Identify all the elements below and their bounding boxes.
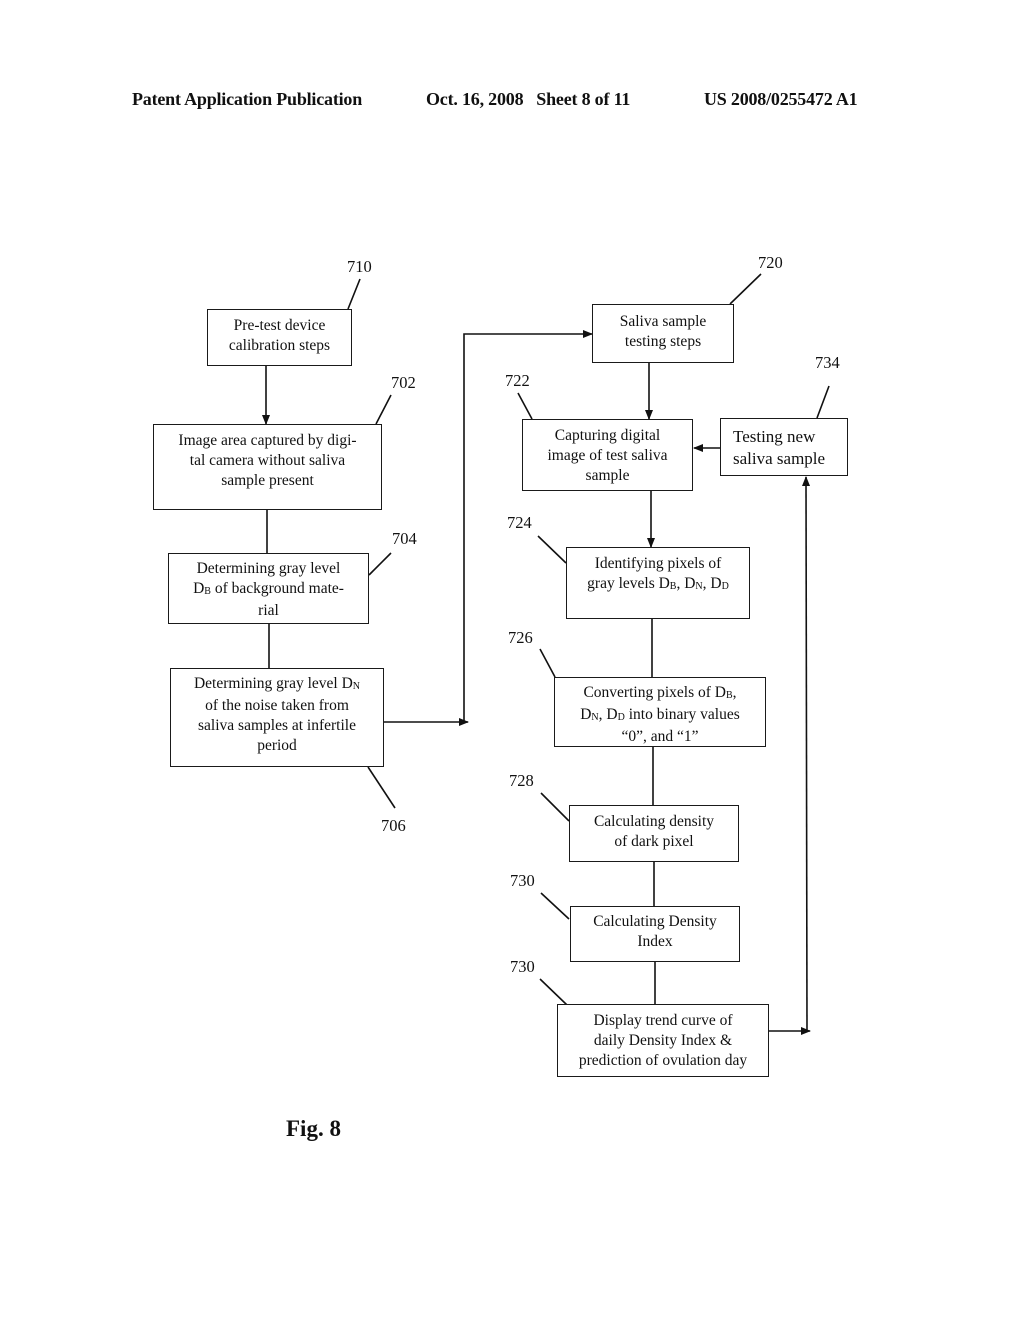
box-720-line: Saliva sample — [619, 313, 707, 330]
leader-726 — [539, 648, 556, 678]
flowchart-connectors — [262, 273, 830, 1035]
box-706-line: of the noise taken from — [205, 697, 349, 714]
box-724-identifying-pixels: Identifying pixels of gray levels DB, DN… — [566, 547, 750, 619]
ref-720: 720 — [758, 253, 783, 272]
box-722-line: Capturing digital — [554, 427, 661, 444]
box-702-line: sample present — [221, 472, 314, 489]
ref-722: 722 — [505, 371, 530, 390]
box-734-testing-new-sample: Testing new saliva sample — [720, 418, 848, 476]
leader-730a — [540, 892, 570, 920]
box-706-line: saliva samples at infertile — [198, 717, 356, 734]
ref-726: 726 — [508, 628, 533, 647]
box-730a-line: Calculating Density — [593, 913, 717, 930]
box-706-line: period — [257, 737, 297, 754]
ref-728: 728 — [509, 771, 534, 790]
box-730b-line: Display trend curve of — [593, 1012, 733, 1029]
box-710-line: calibration steps — [228, 337, 331, 354]
box-702-line: Image area captured by digi- — [178, 432, 357, 449]
box-722-line: image of test saliva — [547, 447, 668, 464]
leader-704 — [368, 552, 392, 576]
box-710-pretest-calibration: Pre-test device calibration steps — [207, 309, 352, 366]
ref-706: 706 — [381, 816, 406, 835]
leader-706 — [367, 766, 396, 809]
leader-722 — [517, 392, 533, 420]
box-724-line: gray levels DB, DN, DD — [587, 575, 729, 592]
leader-710 — [347, 278, 361, 310]
box-720-line: testing steps — [624, 333, 702, 350]
leader-730b — [539, 978, 568, 1006]
leader-728 — [540, 792, 570, 822]
ref-724: 724 — [507, 513, 532, 532]
box-726-converting-pixels: Converting pixels of DB, DN, DD into bin… — [554, 677, 766, 747]
leader-702 — [375, 394, 392, 425]
ref-710: 710 — [347, 257, 372, 276]
box-722-line: sample — [585, 467, 630, 484]
box-704-line: DB of background mate- — [193, 580, 344, 597]
box-734-line: Testing new — [733, 427, 816, 446]
box-730a-line: Index — [637, 933, 673, 950]
ref-734: 734 — [815, 353, 840, 372]
box-726-line: Converting pixels of DB, — [583, 684, 737, 701]
leader-720 — [729, 273, 762, 305]
ref-704: 704 — [392, 529, 417, 548]
box-720-saliva-testing-steps: Saliva sample testing steps — [592, 304, 734, 363]
box-704-line: rial — [258, 602, 279, 619]
box-728-line: of dark pixel — [614, 833, 694, 850]
box-702-image-area-captured: Image area captured by digi- tal camera … — [153, 424, 382, 510]
box-728-calculating-density-dark-pixel: Calculating density of dark pixel — [569, 805, 739, 862]
box-734-line: saliva sample — [733, 449, 826, 468]
box-704-line: Determining gray level — [196, 560, 341, 577]
box-730b-line: prediction of ovulation day — [578, 1052, 748, 1069]
box-728-line: Calculating density — [593, 813, 715, 830]
box-704-gray-level-background: Determining gray level DB of background … — [168, 553, 369, 624]
box-730b-line: daily Density Index & — [593, 1032, 733, 1049]
box-706-gray-level-noise: Determining gray level DN of the noise t… — [170, 668, 384, 767]
box-730-display-trend-curve: Display trend curve of daily Density Ind… — [557, 1004, 769, 1077]
arrow-loop-to-734 — [802, 476, 811, 1032]
box-702-line: tal camera without saliva — [189, 452, 346, 469]
ref-730a: 730 — [510, 871, 535, 890]
box-730-calculating-density-index: Calculating Density Index — [570, 906, 740, 962]
box-710-line: Pre-test device — [233, 317, 326, 334]
box-726-line: “0”, and “1” — [621, 728, 699, 745]
box-724-line: Identifying pixels of — [594, 555, 722, 572]
ref-730b: 730 — [510, 957, 535, 976]
box-726-line: DN, DD into binary values — [580, 706, 740, 723]
ref-702: 702 — [391, 373, 416, 392]
box-722-capturing-digital-image: Capturing digital image of test saliva s… — [522, 419, 693, 491]
leader-734 — [816, 385, 830, 419]
box-706-line: Determining gray level DN — [193, 675, 361, 692]
leader-724 — [537, 535, 567, 564]
figure-label: Fig. 8 — [286, 1116, 341, 1141]
